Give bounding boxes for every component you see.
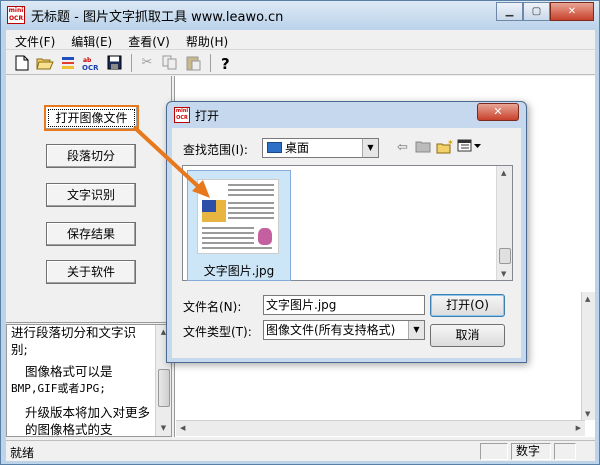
- maximize-icon: ▢: [531, 6, 542, 17]
- dialog-title: 打开: [195, 109, 220, 123]
- file-list[interactable]: 文字图片.jpg ▲ ▼: [182, 165, 513, 281]
- open-dialog: mini OCR 打开 ✕ 查找范围(I): 桌面 ▼ ⇦ ✶ 文字图片.jpg…: [166, 101, 527, 363]
- minimize-button[interactable]: ▁: [496, 2, 523, 21]
- ocr-icon[interactable]: ab OCR: [81, 53, 101, 73]
- chevron-down-icon[interactable]: ▼: [362, 139, 378, 157]
- look-in-value: 桌面: [285, 141, 310, 155]
- status-text: 就绪: [10, 446, 35, 460]
- scroll-up-icon[interactable]: ▲: [501, 169, 506, 177]
- svg-text:?: ?: [221, 55, 230, 71]
- log-line-text: 升级版本将加入对更多的图像格式的支: [25, 405, 151, 437]
- log-line: 图像格式可以是: [25, 364, 113, 379]
- open-image-label: 打开图像文件: [48, 109, 135, 127]
- status-pane: [480, 443, 508, 460]
- scroll-left-icon[interactable]: ◀: [180, 424, 185, 432]
- dialog-title-bar[interactable]: mini OCR 打开 ✕: [167, 102, 526, 127]
- new-folder-icon[interactable]: ✶: [434, 138, 455, 157]
- toolbar: ab OCR ✂ ?: [6, 51, 595, 75]
- segment-button[interactable]: 段落切分: [46, 144, 136, 168]
- recognize-button[interactable]: 文字识别: [46, 183, 136, 207]
- close-icon: ✕: [493, 105, 503, 118]
- file-list-scrollbar[interactable]: ▲ ▼: [496, 166, 512, 280]
- dialog-close-button[interactable]: ✕: [477, 103, 519, 121]
- desktop-icon: [267, 142, 282, 153]
- file-item-name: 文字图片.jpg: [203, 264, 275, 278]
- dialog-nav-toolbar: ⇦ ✶: [392, 138, 485, 157]
- log-line: BMP,GIF或者JPG;: [11, 381, 106, 395]
- image-hscrollbar[interactable]: ◀ ▶: [176, 420, 585, 436]
- copy-icon[interactable]: [160, 53, 180, 73]
- svg-text:✶: ✶: [447, 139, 454, 147]
- svg-text:ab: ab: [83, 57, 92, 64]
- status-indicator: 数字: [511, 443, 551, 460]
- title-bar[interactable]: mini OCR 无标题 - 图片文字抓取工具 www.leawo.cn ▁ ▢…: [1, 1, 599, 29]
- minimize-icon: ▁: [505, 6, 514, 17]
- log-line: 进行段落切分和文字识别;: [11, 325, 137, 357]
- view-menu-icon[interactable]: [455, 139, 485, 157]
- file-type-select[interactable]: 图像文件(所有支持格式) ▼: [263, 320, 425, 340]
- status-bar: 就绪 数字: [6, 440, 595, 461]
- file-item[interactable]: 文字图片.jpg: [187, 170, 291, 281]
- look-in-select[interactable]: 桌面 ▼: [262, 138, 379, 158]
- file-name-label: 文件名(N):: [183, 300, 242, 314]
- cancel-button[interactable]: 取消: [430, 324, 505, 347]
- status-pane: [554, 443, 576, 460]
- back-arrow-icon[interactable]: ⇦: [392, 139, 413, 157]
- menu-file[interactable]: 文件(F): [6, 30, 62, 49]
- open-image-button[interactable]: 打开图像文件: [44, 105, 139, 131]
- scroll-up-icon[interactable]: ▲: [585, 295, 590, 303]
- scroll-thumb[interactable]: [158, 369, 170, 407]
- log-text: 进行段落切分和文字识别; 图像格式可以是 BMP,GIF或者JPG; 升级版本将…: [11, 325, 151, 437]
- open-folder-icon[interactable]: [35, 53, 55, 73]
- scroll-down-icon[interactable]: ▼: [585, 410, 590, 418]
- open-button[interactable]: 打开(O): [430, 294, 505, 317]
- file-type-label: 文件类型(T):: [183, 325, 252, 339]
- menu-bar: 文件(F) 编辑(E) 查看(V) 帮助(H): [6, 30, 595, 50]
- svg-text:OCR: OCR: [82, 64, 99, 71]
- chevron-down-icon[interactable]: ▼: [408, 321, 424, 339]
- window-title: 无标题 - 图片文字抓取工具 www.leawo.cn: [31, 10, 284, 25]
- cut-icon[interactable]: ✂: [137, 53, 157, 73]
- maximize-button[interactable]: ▢: [523, 2, 550, 21]
- up-folder-icon[interactable]: [413, 139, 434, 157]
- file-name-input[interactable]: 文字图片.jpg: [263, 295, 425, 315]
- segment-icon[interactable]: [58, 53, 78, 73]
- save-result-button[interactable]: 保存结果: [46, 222, 136, 246]
- close-icon: ✕: [567, 6, 577, 17]
- toolbar-separator: [131, 53, 132, 72]
- menu-edit[interactable]: 编辑(E): [62, 30, 119, 49]
- log-line: 升级版本将加入对更多的图像格式的支: [11, 405, 151, 437]
- log-textarea[interactable]: 进行段落切分和文字识别; 图像格式可以是 BMP,GIF或者JPG; 升级版本将…: [6, 324, 172, 437]
- command-panel: 打开图像文件 段落切分 文字识别 保存结果 关于软件: [6, 76, 172, 323]
- file-type-value: 图像文件(所有支持格式): [266, 323, 396, 337]
- menu-view[interactable]: 查看(V): [119, 30, 177, 49]
- about-button[interactable]: 关于软件: [46, 260, 136, 284]
- dialog-app-icon: mini OCR: [174, 107, 190, 123]
- image-vscrollbar[interactable]: ▲ ▼: [581, 292, 595, 420]
- close-button[interactable]: ✕: [550, 2, 594, 21]
- look-in-label: 查找范围(I):: [183, 143, 248, 157]
- scroll-thumb[interactable]: [499, 248, 511, 264]
- dialog-body: 查找范围(I): 桌面 ▼ ⇦ ✶ 文字图片.jpg ▲ ▼ 文件名(N): 文…: [172, 128, 521, 358]
- scroll-right-icon[interactable]: ▶: [576, 424, 581, 432]
- new-file-icon[interactable]: [12, 53, 32, 73]
- toolbar-separator: [210, 53, 211, 72]
- scroll-down-icon[interactable]: ▼: [501, 270, 506, 278]
- paste-icon[interactable]: [183, 53, 203, 73]
- help-icon[interactable]: ?: [216, 53, 236, 73]
- scroll-down-icon[interactable]: ▼: [156, 421, 171, 436]
- menu-help[interactable]: 帮助(H): [177, 30, 235, 49]
- app-icon: mini OCR: [7, 6, 25, 24]
- file-thumbnail: [197, 179, 279, 254]
- save-icon[interactable]: [104, 53, 124, 73]
